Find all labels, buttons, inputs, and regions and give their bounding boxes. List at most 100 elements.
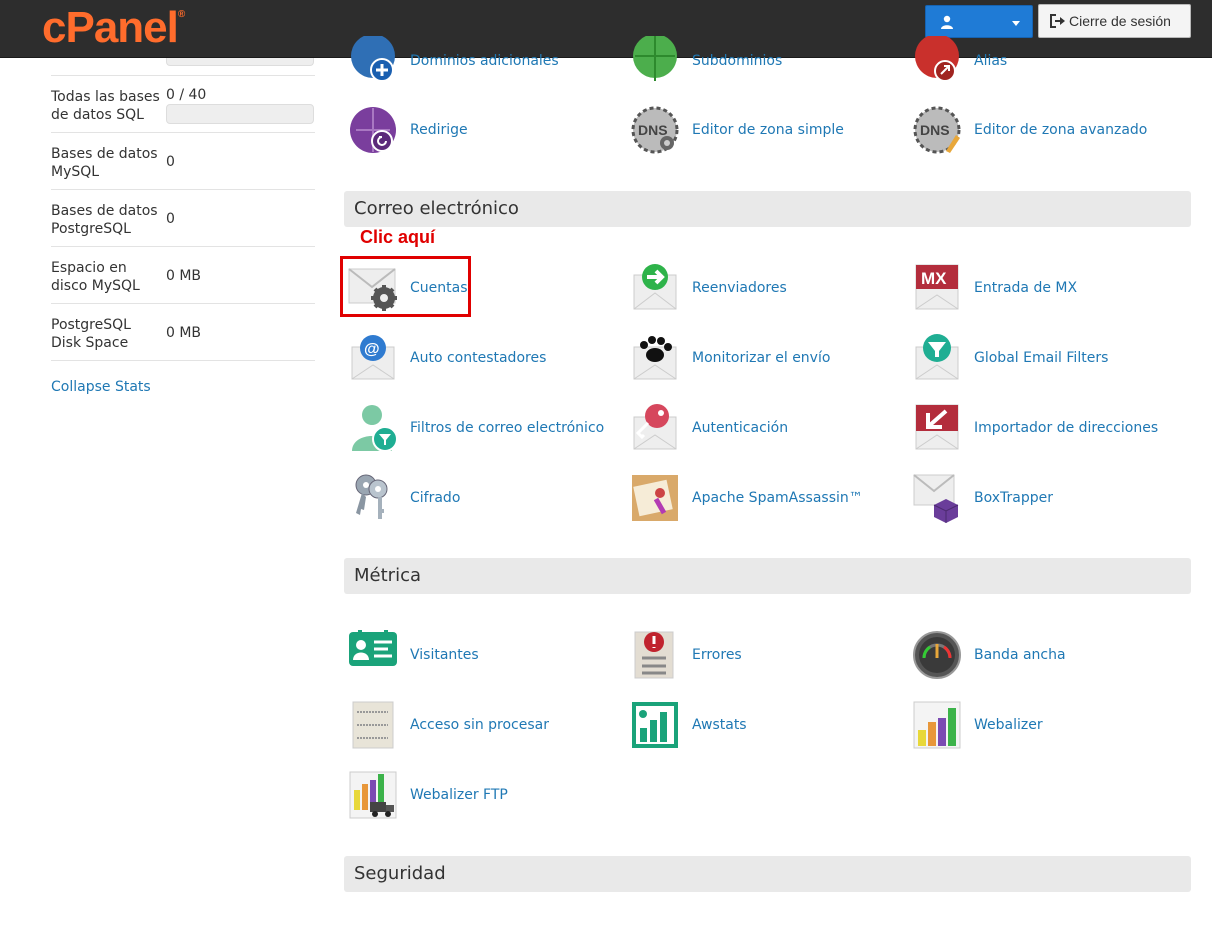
- stats-panel: Todas las bases de datos SQL 0 / 40 Base…: [51, 58, 315, 361]
- feature-label: Awstats: [692, 717, 747, 733]
- feature-item[interactable]: BoxTrapper: [912, 473, 1053, 523]
- user-icon: [941, 15, 953, 29]
- webalizer-ftp-icon: [348, 770, 398, 820]
- dns-advanced-icon: DNS: [912, 105, 962, 155]
- feature-label: Monitorizar el envío: [692, 350, 831, 366]
- address-importer-icon: [912, 403, 962, 453]
- bandwidth-icon: [912, 630, 962, 680]
- feature-item[interactable]: Cifrado: [348, 473, 460, 523]
- redirects-icon: [348, 105, 398, 155]
- feature-item[interactable]: Global Email Filters: [912, 333, 1108, 383]
- logout-button[interactable]: Cierre de sesión: [1038, 4, 1191, 38]
- stat-label: Bases de datos PostgreSQL: [51, 203, 158, 237]
- feature-label: Filtros de correo electrónico: [410, 420, 605, 436]
- feature-label: Acceso sin procesar: [410, 717, 549, 733]
- mx-entry-icon: MX: [912, 263, 962, 313]
- stat-progress-bar: [166, 104, 314, 124]
- global-filters-icon: [912, 333, 962, 383]
- feature-item[interactable]: Errores: [630, 630, 742, 680]
- chevron-down-icon: [1012, 21, 1020, 26]
- track-delivery-icon: [630, 333, 680, 383]
- feature-label: BoxTrapper: [974, 490, 1053, 506]
- stat-label: Espacio en disco MySQL: [51, 260, 140, 294]
- feature-item[interactable]: Monitorizar el envío: [630, 333, 830, 383]
- authentication-icon: [630, 403, 680, 453]
- feature-label: Webalizer FTP: [410, 787, 508, 803]
- stat-row-partial: [51, 58, 315, 76]
- feature-label: Editor de zona simple: [692, 122, 844, 138]
- feature-item[interactable]: DNS Editor de zona simple: [630, 105, 844, 155]
- feature-item[interactable]: DNS Editor de zona avanzado: [912, 105, 1147, 155]
- feature-item-email-accounts[interactable]: Cuentas: [348, 263, 468, 313]
- feature-label: Visitantes: [410, 647, 479, 663]
- feature-item[interactable]: Banda ancha: [912, 630, 1066, 680]
- feature-label: Autenticación: [692, 420, 789, 436]
- dns-simple-icon: DNS: [630, 105, 680, 155]
- svg-text:MX: MX: [921, 269, 947, 288]
- feature-item[interactable]: MX Entrada de MX: [912, 263, 1077, 313]
- feature-label: Dominios adicionales: [410, 53, 559, 69]
- feature-item[interactable]: Alias: [912, 34, 1008, 86]
- feature-label: Redirige: [410, 122, 468, 138]
- feature-label: Apache SpamAssassin™: [692, 490, 863, 506]
- webalizer-icon: [912, 700, 962, 750]
- feature-item[interactable]: Autenticación: [630, 403, 788, 453]
- stat-label: Bases de datos MySQL: [51, 146, 158, 180]
- feature-label: Importador de direcciones: [974, 420, 1159, 436]
- stat-value: 0 MB: [166, 268, 202, 284]
- feature-item[interactable]: Reenviadores: [630, 263, 787, 313]
- svg-text:@: @: [364, 341, 380, 358]
- encryption-icon: [348, 473, 398, 523]
- stat-value: 0 / 40: [166, 87, 207, 103]
- cpanel-logo[interactable]: cPanel®: [42, 3, 185, 53]
- stat-label: Todas las bases de datos SQL: [51, 89, 160, 123]
- awstats-icon: [630, 700, 680, 750]
- email-filters-icon: [348, 403, 398, 453]
- feature-label: Cuentas: [410, 280, 468, 296]
- feature-label: Alias: [974, 53, 1008, 69]
- stat-value: 0: [166, 154, 175, 170]
- feature-item[interactable]: Webalizer: [912, 700, 1043, 750]
- stat-row: Espacio en disco MySQL 0 MB: [51, 247, 315, 304]
- feature-label: Subdominios: [692, 53, 783, 69]
- stat-value: 0: [166, 211, 175, 227]
- stat-row: PostgreSQL Disk Space 0 MB: [51, 304, 315, 361]
- raw-access-icon: [348, 700, 398, 750]
- feature-item[interactable]: Apache SpamAssassin™: [630, 473, 863, 523]
- feature-item[interactable]: Awstats: [630, 700, 747, 750]
- svg-text:DNS: DNS: [638, 122, 668, 138]
- feature-label: Cifrado: [410, 490, 461, 506]
- feature-label: Errores: [692, 647, 742, 663]
- feature-item[interactable]: Importador de direcciones: [912, 403, 1158, 453]
- forwarders-icon: [630, 263, 680, 313]
- section-header-metrics[interactable]: Métrica: [344, 558, 1191, 594]
- collapse-stats-link[interactable]: Collapse Stats: [51, 379, 151, 395]
- aliases-icon: [912, 34, 962, 86]
- user-menu-button[interactable]: [925, 5, 1033, 38]
- feature-label: Webalizer: [974, 717, 1043, 733]
- feature-item[interactable]: @ Auto contestadores: [348, 333, 546, 383]
- subdomains-icon: [630, 34, 680, 86]
- svg-text:DNS: DNS: [920, 122, 950, 138]
- feature-item[interactable]: Acceso sin procesar: [348, 700, 549, 750]
- section-header-email[interactable]: Correo electrónico: [344, 191, 1191, 227]
- boxtrapper-icon: [912, 473, 962, 523]
- top-bar: cPanel® Cierre de sesión: [0, 0, 1212, 58]
- visitors-icon: [348, 630, 398, 680]
- feature-item[interactable]: Visitantes: [348, 630, 479, 680]
- stat-row: Bases de datos PostgreSQL 0: [51, 190, 315, 247]
- feature-item[interactable]: Subdominios: [630, 34, 783, 86]
- feature-label: Editor de zona avanzado: [974, 122, 1148, 138]
- logout-icon: [1050, 14, 1065, 28]
- feature-item[interactable]: Dominios adicionales: [348, 34, 559, 86]
- email-accounts-icon: [348, 263, 398, 313]
- errors-icon: [630, 630, 680, 680]
- stat-label: PostgreSQL Disk Space: [51, 317, 131, 351]
- feature-item[interactable]: Redirige: [348, 105, 468, 155]
- feature-label: Entrada de MX: [974, 280, 1078, 296]
- section-header-security[interactable]: Seguridad: [344, 856, 1191, 892]
- addon-domains-icon: [348, 34, 398, 86]
- feature-item[interactable]: Webalizer FTP: [348, 770, 508, 820]
- feature-item[interactable]: Filtros de correo electrónico: [348, 403, 604, 453]
- feature-label: Global Email Filters: [974, 350, 1109, 366]
